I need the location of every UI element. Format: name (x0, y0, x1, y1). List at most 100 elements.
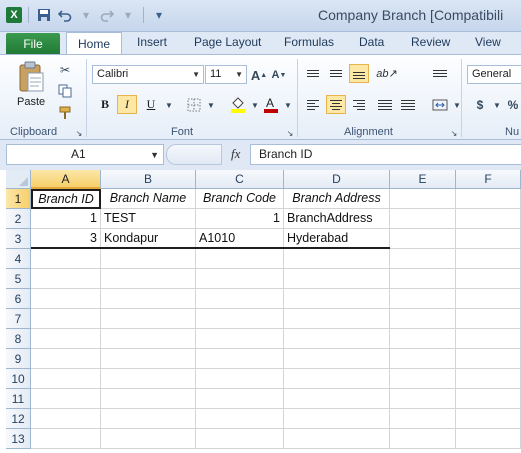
cell-e13[interactable] (390, 429, 456, 449)
cell-a6[interactable] (31, 289, 101, 309)
cell-b12[interactable] (101, 409, 196, 429)
tab-home[interactable]: Home (66, 32, 122, 55)
cell-d6[interactable] (284, 289, 390, 309)
cell-b2[interactable]: TEST (101, 209, 196, 229)
cell-c6[interactable] (196, 289, 284, 309)
cell-c4[interactable] (196, 249, 284, 269)
cell-b7[interactable] (101, 309, 196, 329)
tab-view[interactable]: View (475, 35, 501, 49)
chevron-down-icon[interactable]: ▼ (192, 66, 200, 83)
cell-d1[interactable]: Branch Address (284, 189, 390, 209)
undo-icon[interactable] (56, 6, 74, 24)
chevron-down-icon[interactable]: ▼ (150, 146, 159, 165)
cell-a11[interactable] (31, 389, 101, 409)
column-header-e[interactable]: E (390, 170, 456, 189)
cell-a3[interactable]: 3 (31, 229, 101, 249)
align-center-icon[interactable] (326, 95, 346, 114)
grow-font-icon[interactable]: A ▲ (250, 66, 268, 84)
cell-c12[interactable] (196, 409, 284, 429)
row-header-6[interactable]: 6 (6, 289, 31, 309)
cell-b13[interactable] (101, 429, 196, 449)
tab-page-layout[interactable]: Page Layout (194, 35, 261, 49)
align-middle-icon[interactable] (326, 64, 346, 83)
chevron-down-icon[interactable]: ▼ (202, 96, 220, 114)
cell-e7[interactable] (390, 309, 456, 329)
name-box[interactable]: A1 ▼ (6, 144, 164, 165)
insert-function-icon[interactable]: fx (231, 146, 240, 162)
cell-f10[interactable] (456, 369, 521, 389)
cell-d11[interactable] (284, 389, 390, 409)
align-top-icon[interactable] (303, 64, 323, 83)
cell-f8[interactable] (456, 329, 521, 349)
cell-b9[interactable] (101, 349, 196, 369)
cell-a10[interactable] (31, 369, 101, 389)
cell-e10[interactable] (390, 369, 456, 389)
column-header-a[interactable]: A (31, 170, 101, 189)
row-header-2[interactable]: 2 (6, 209, 31, 229)
excel-app-icon[interactable]: X (6, 7, 22, 23)
cell-f5[interactable] (456, 269, 521, 289)
cell-a12[interactable] (31, 409, 101, 429)
cell-a7[interactable] (31, 309, 101, 329)
cell-d12[interactable] (284, 409, 390, 429)
cell-f12[interactable] (456, 409, 521, 429)
cell-a8[interactable] (31, 329, 101, 349)
paste-icon[interactable] (17, 61, 45, 92)
row-header-3[interactable]: 3 (6, 229, 31, 249)
cell-b6[interactable] (101, 289, 196, 309)
row-header-7[interactable]: 7 (6, 309, 31, 329)
tab-insert[interactable]: Insert (137, 35, 167, 49)
percent-format-button[interactable]: % (504, 96, 521, 114)
row-header-5[interactable]: 5 (6, 269, 31, 289)
cell-c1[interactable]: Branch Code (196, 189, 284, 209)
cell-e9[interactable] (390, 349, 456, 369)
cell-e5[interactable] (390, 269, 456, 289)
column-header-c[interactable]: C (196, 170, 284, 189)
tab-review[interactable]: Review (411, 35, 450, 49)
chevron-down-icon[interactable]: ▾ (77, 6, 95, 24)
formula-input[interactable]: Branch ID (250, 144, 521, 165)
cell-d10[interactable] (284, 369, 390, 389)
cell-b8[interactable] (101, 329, 196, 349)
cell-f4[interactable] (456, 249, 521, 269)
column-header-f[interactable]: F (456, 170, 521, 189)
cell-f9[interactable] (456, 349, 521, 369)
chevron-down-icon[interactable]: ▾ (119, 6, 137, 24)
font-name-combo[interactable]: Calibri ▼ (92, 65, 204, 84)
cell-a13[interactable] (31, 429, 101, 449)
copy-icon[interactable] (56, 82, 74, 100)
align-bottom-icon[interactable] (349, 64, 369, 83)
cell-f2[interactable] (456, 209, 521, 229)
cell-d9[interactable] (284, 349, 390, 369)
row-header-10[interactable]: 10 (6, 369, 31, 389)
redo-icon[interactable] (98, 6, 116, 24)
cell-e3[interactable] (390, 229, 456, 249)
cell-f13[interactable] (456, 429, 521, 449)
align-right-icon[interactable] (349, 95, 369, 114)
cell-d4[interactable] (284, 249, 390, 269)
cell-b11[interactable] (101, 389, 196, 409)
cell-e11[interactable] (390, 389, 456, 409)
fill-color-icon[interactable] (229, 95, 247, 113)
italic-button[interactable]: I (117, 95, 137, 114)
increase-indent-icon[interactable] (398, 95, 418, 114)
row-header-4[interactable]: 4 (6, 249, 31, 269)
cell-f3[interactable] (456, 229, 521, 249)
cell-b5[interactable] (101, 269, 196, 289)
font-size-combo[interactable]: 11 ▼ (205, 65, 247, 84)
column-header-d[interactable]: D (284, 170, 390, 189)
cell-f11[interactable] (456, 389, 521, 409)
underline-button[interactable]: U (141, 95, 161, 114)
font-color-icon[interactable]: A (262, 95, 280, 113)
decrease-indent-icon[interactable] (375, 95, 395, 114)
tab-formulas[interactable]: Formulas (284, 35, 334, 49)
cell-b3[interactable]: Kondapur (101, 229, 196, 249)
save-icon[interactable] (35, 6, 53, 24)
formula-bar-splitter[interactable] (166, 144, 222, 165)
cell-a2[interactable]: 1 (31, 209, 101, 229)
chevron-down-icon[interactable]: ▼ (448, 96, 466, 114)
align-left-icon[interactable] (303, 95, 323, 114)
row-header-13[interactable]: 13 (6, 429, 31, 449)
chevron-down-icon[interactable]: ▼ (235, 66, 243, 83)
shrink-font-icon[interactable]: A ▼ (270, 66, 288, 84)
